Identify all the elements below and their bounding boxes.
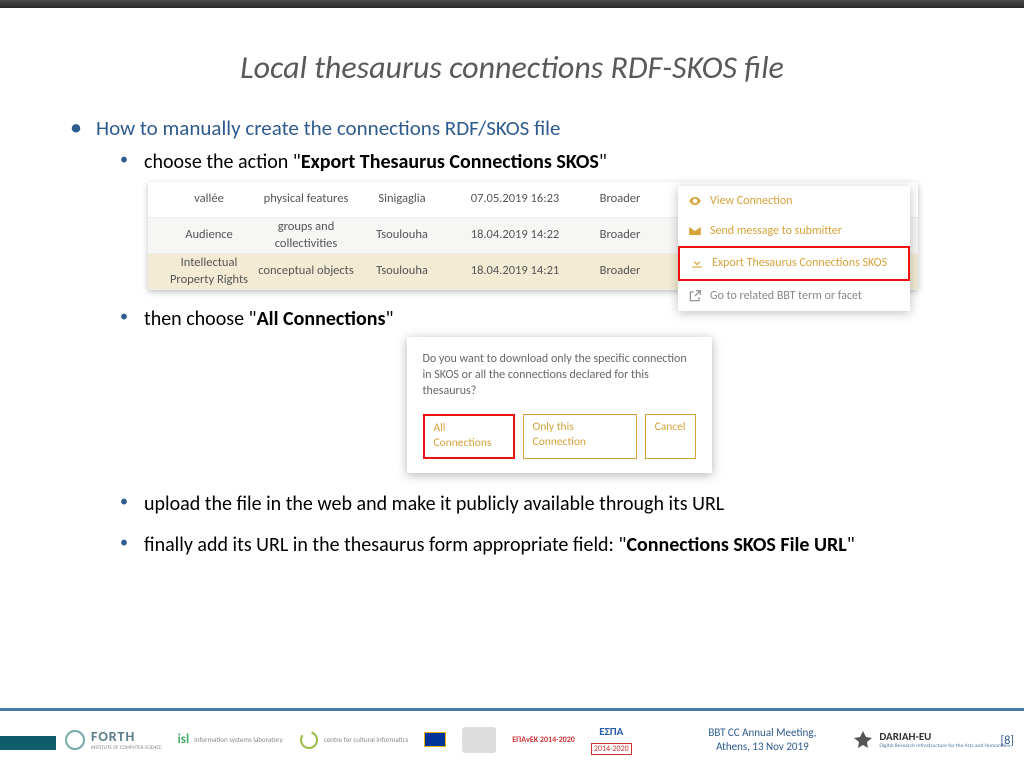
isl-logo: isl information systems laboratory (178, 732, 283, 747)
step4-post: " (847, 533, 855, 557)
all-connections-button[interactable]: All Connections (423, 414, 515, 459)
step2-post: " (385, 307, 393, 331)
menu-send-message[interactable]: Send message to submitter (678, 216, 910, 246)
forth-logo: FORTH INSTITUTE OF COMPUTER SCIENCE (64, 728, 162, 751)
step1-pre: choose the action " (144, 150, 301, 174)
dariah-text: DARIAH-EU (879, 730, 1010, 743)
download-icon (690, 256, 704, 270)
cell-user: Sinigaglia (354, 191, 450, 208)
dialog-message: Do you want to download only the specifi… (423, 351, 696, 400)
eu-flag-icon (424, 732, 446, 747)
cell-facet: conceptual objects (258, 263, 354, 280)
step2-bold: All Connections (257, 307, 386, 331)
cancel-button[interactable]: Cancel (645, 414, 696, 459)
menu-label: Export Thesaurus Connections SKOS (712, 255, 887, 271)
cell-rel: Broader (580, 263, 660, 280)
epanek-logo: ΕΠΑνΕΚ 2014-2020 (512, 735, 575, 745)
step-4: finally add its URL in the thesaurus for… (120, 532, 974, 559)
cell-term: Audience (148, 227, 258, 244)
only-this-connection-button[interactable]: Only this Connection (523, 414, 637, 459)
menu-view-connection[interactable]: View Connection (678, 186, 910, 216)
meeting-line1: BBT CC Annual Meeting, (708, 726, 816, 740)
download-dialog: Do you want to download only the specifi… (407, 337, 712, 473)
step4-bold: Connections SKOS File URL (626, 533, 846, 557)
isl-text: information systems laboratory (194, 736, 283, 743)
cell-date: 07.05.2019 16:23 (450, 191, 580, 208)
cci-icon (299, 730, 319, 750)
gov-badge-icon (462, 727, 496, 753)
slide-body: Local thesaurus connections RDF-SKOS fil… (0, 8, 1024, 559)
greek-gov-logo (462, 727, 496, 753)
page-number: [8] (1001, 734, 1014, 748)
dariah-logo: DARIAH-EU Digital Research Infrastructur… (852, 729, 1010, 751)
cell-facet: groups and collectivities (258, 219, 354, 253)
cell-facet: physical features (258, 191, 354, 208)
connections-table: vallée physical features Sinigaglia 07.0… (148, 182, 918, 290)
step1-post: " (599, 150, 607, 174)
forth-sub: INSTITUTE OF COMPUTER SCIENCE (91, 745, 162, 751)
dariah-sub: Digital Research Infrastructure for the … (879, 743, 1010, 749)
step-3: upload the file in the web and make it p… (120, 491, 974, 518)
menu-label: View Connection (710, 193, 792, 209)
cci-logo: centre for cultural informatics (299, 730, 408, 750)
cci-text: centre for cultural informatics (324, 736, 408, 743)
step-1: choose the action "Export Thesaurus Conn… (120, 149, 974, 290)
step1-bold: Export Thesaurus Connections SKOS (301, 150, 599, 174)
cell-rel: Broader (580, 191, 660, 208)
bullet-main-text: How to manually create the connections R… (96, 115, 560, 141)
window-topbar (0, 0, 1024, 8)
step2-pre: then choose " (144, 307, 257, 331)
espa-text: ΕΣΠΑ (599, 725, 623, 738)
cell-rel: Broader (580, 227, 660, 244)
espa-logo: ΕΣΠΑ 2014-2020 (591, 725, 632, 755)
mail-icon (688, 224, 702, 238)
forth-text: FORTH (91, 728, 162, 745)
meeting-info: BBT CC Annual Meeting, Athens, 13 Nov 20… (708, 726, 816, 754)
footer-accent-stripe (0, 736, 56, 750)
cell-term: Intellectual Property Rights (148, 255, 258, 289)
meeting-line2: Athens, 13 Nov 2019 (708, 740, 816, 754)
cell-user: Tsoulouha (354, 227, 450, 244)
eu-logo (424, 732, 446, 747)
forth-icon (64, 729, 86, 751)
cell-term: vallée (148, 191, 258, 208)
epanek-text: ΕΠΑνΕΚ 2014-2020 (512, 735, 575, 745)
espa-year: 2014-2020 (591, 743, 632, 755)
cell-user: Tsoulouha (354, 263, 450, 280)
menu-goto-bbt[interactable]: Go to related BBT term or facet (678, 281, 910, 311)
menu-label: Go to related BBT term or facet (710, 288, 862, 304)
eye-icon (688, 194, 702, 208)
step-2: then choose "All Connections" Do you wan… (120, 306, 974, 473)
bullet-main: How to manually create the connections R… (70, 115, 974, 559)
external-link-icon (688, 289, 702, 303)
dariah-icon (852, 729, 874, 751)
slide-title: Local thesaurus connections RDF-SKOS fil… (50, 48, 974, 87)
cell-date: 18.04.2019 14:21 (450, 263, 580, 280)
cell-date: 18.04.2019 14:22 (450, 227, 580, 244)
step4-pre: finally add its URL in the thesaurus for… (144, 533, 626, 557)
menu-label: Send message to submitter (710, 223, 842, 239)
slide-footer: FORTH INSTITUTE OF COMPUTER SCIENCE isl … (0, 708, 1024, 768)
menu-export-skos[interactable]: Export Thesaurus Connections SKOS (678, 246, 910, 280)
context-menu: View Connection Send message to submitte… (678, 186, 910, 311)
